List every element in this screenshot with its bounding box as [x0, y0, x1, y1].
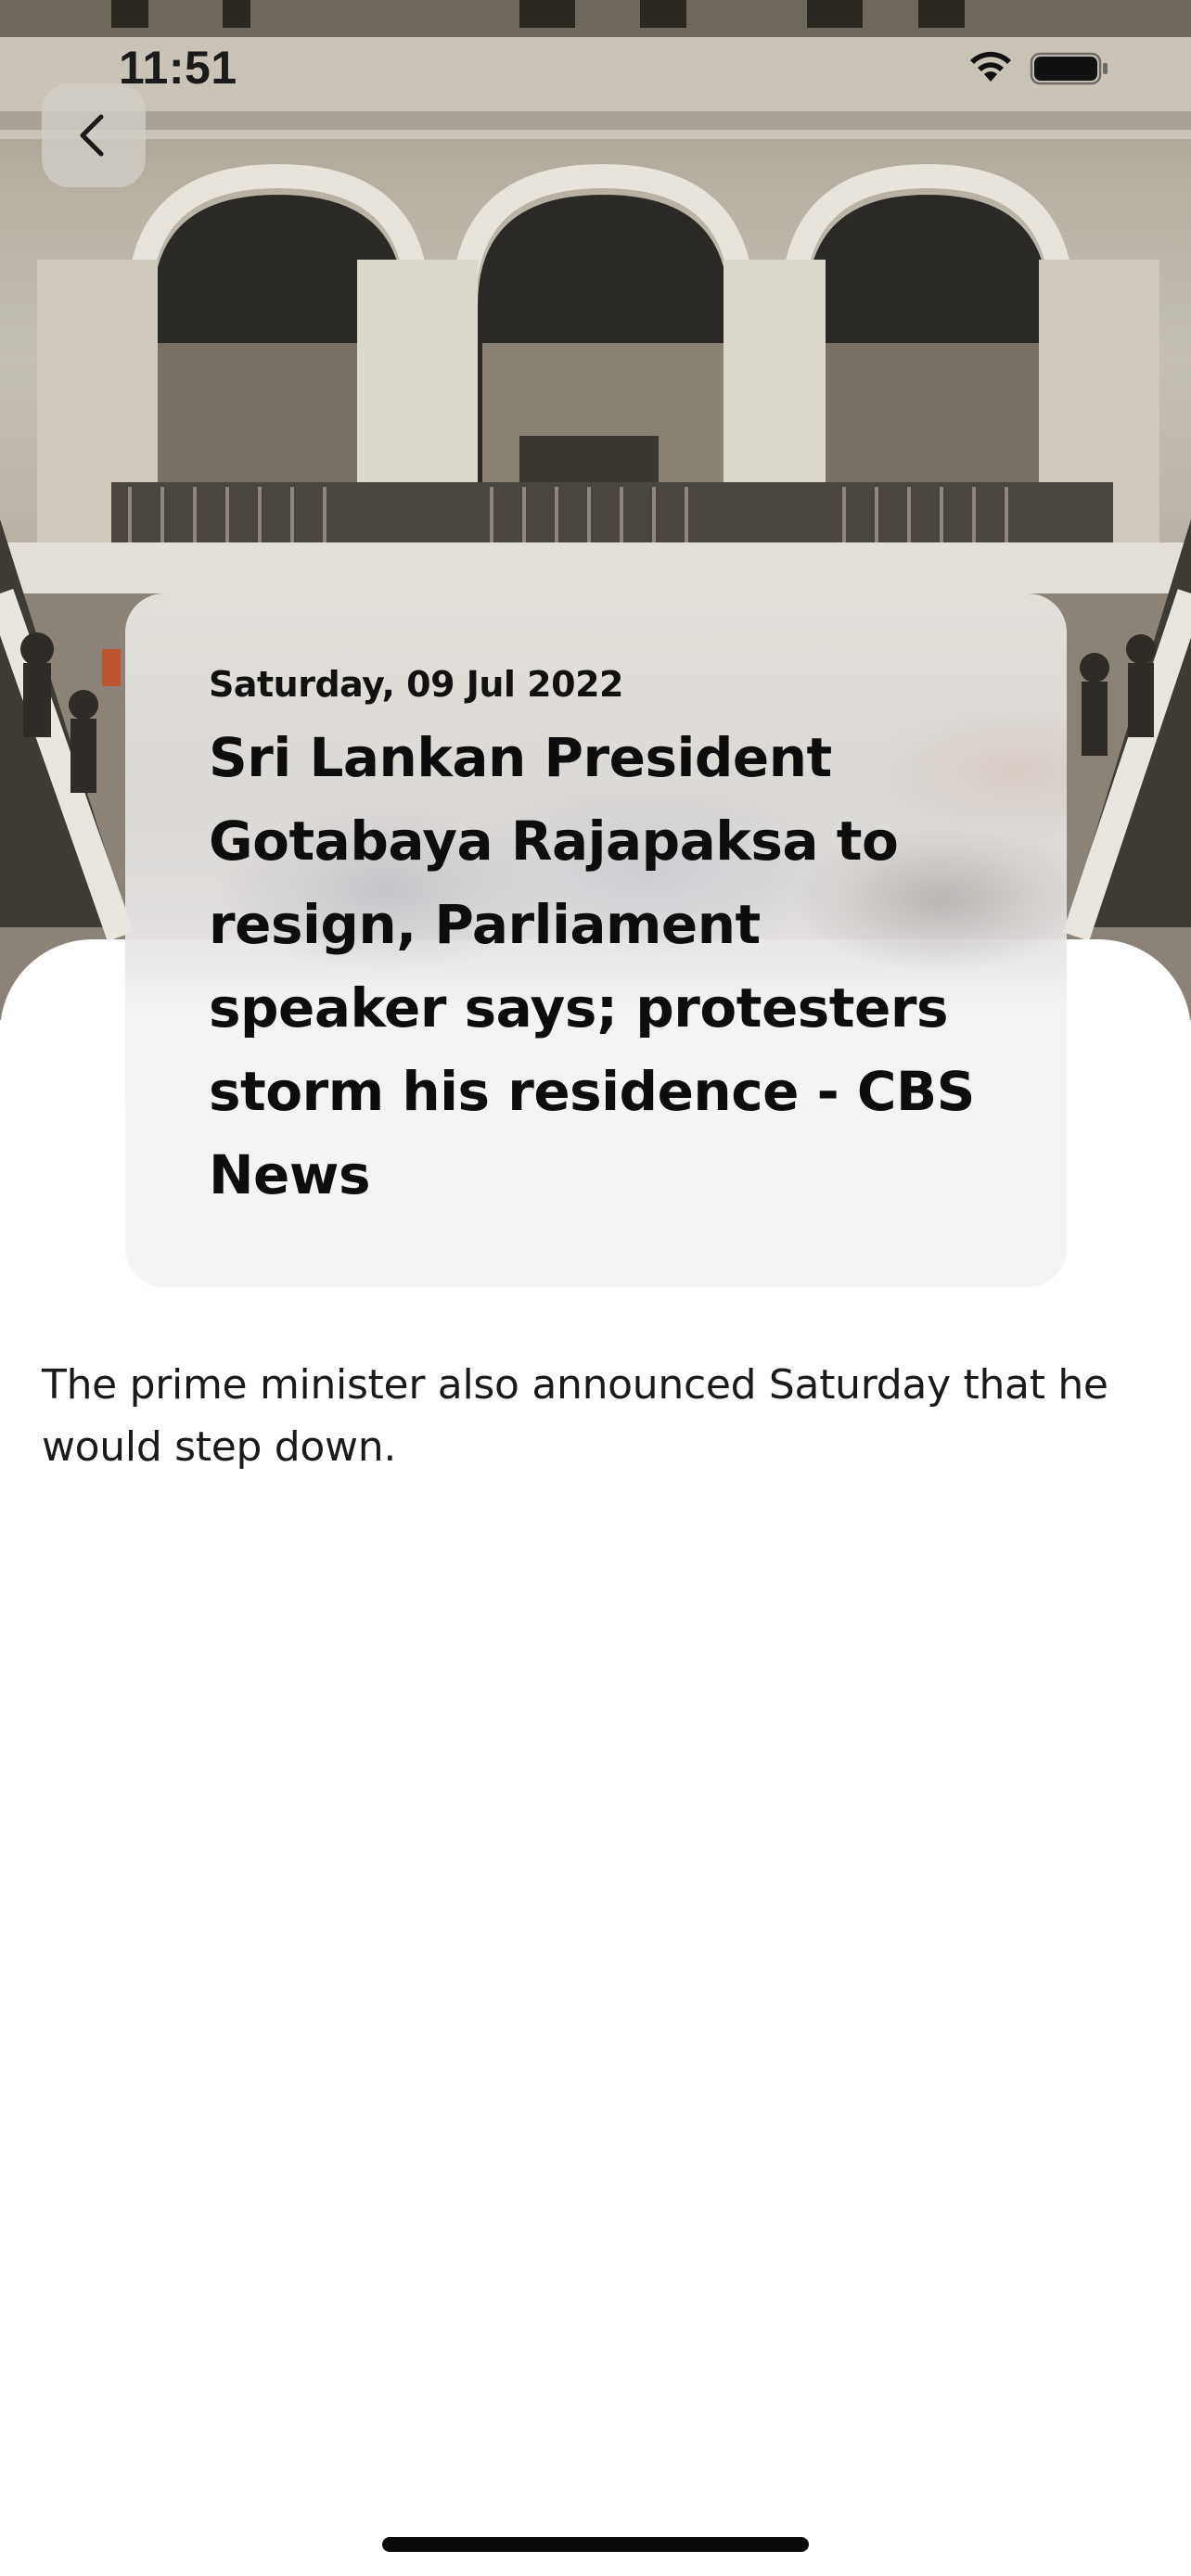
status-icons [967, 45, 1115, 91]
article-body: The prime minister also announced Saturd… [42, 1361, 1108, 1471]
article-title: Sri Lankan President Gotabaya Rajapaksa … [209, 726, 975, 1206]
back-button[interactable] [42, 83, 146, 187]
battery-icon [1030, 52, 1108, 85]
article-date: Saturday, 09 Jul 2022 [209, 664, 623, 705]
home-indicator[interactable] [382, 2537, 809, 2552]
article-header-card: Saturday, 09 Jul 2022 Sri Lankan Preside… [125, 593, 1067, 1287]
chevron-left-icon [80, 114, 104, 157]
wifi-icon [970, 51, 1011, 82]
